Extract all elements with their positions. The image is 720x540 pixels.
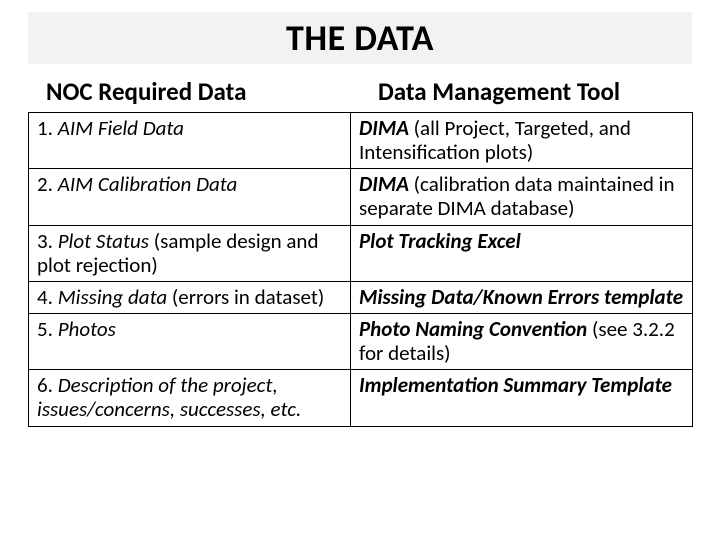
row-right-bold: DIMA bbox=[359, 115, 409, 141]
row-left-rest: (errors in dataset) bbox=[167, 284, 324, 310]
data-table: 1. AIM Field Data DIMA (all Project, Tar… bbox=[28, 112, 693, 427]
cell-right: Implementation Summary Template bbox=[351, 370, 693, 426]
table-row: 5. Photos Photo Naming Convention (see 3… bbox=[29, 313, 693, 369]
cell-left: 6. Description of the project, issues/co… bbox=[29, 370, 351, 426]
row-right-bold: Photo Naming Convention bbox=[359, 316, 587, 342]
row-right-bold: Implementation Summary Template bbox=[359, 372, 672, 398]
row-number: 3. bbox=[37, 228, 58, 254]
slide: THE DATA NOC Required Data Data Manageme… bbox=[0, 0, 720, 540]
cell-left: 1. AIM Field Data bbox=[29, 113, 351, 169]
row-right-bold: Missing Data/Known Errors template bbox=[359, 284, 683, 310]
cell-right: Plot Tracking Excel bbox=[351, 225, 693, 281]
col-header-right: Data Management Tool bbox=[378, 76, 620, 107]
cell-left: 5. Photos bbox=[29, 313, 351, 369]
page-title: THE DATA bbox=[28, 12, 692, 64]
table-row: 1. AIM Field Data DIMA (all Project, Tar… bbox=[29, 113, 693, 169]
cell-right: Photo Naming Convention (see 3.2.2 for d… bbox=[351, 313, 693, 369]
row-number: 2. bbox=[37, 171, 58, 197]
row-number: 4. bbox=[37, 284, 58, 310]
row-left-italic: Photos bbox=[58, 316, 116, 342]
row-left-italic: AIM Calibration Data bbox=[58, 171, 238, 197]
row-number: 1. bbox=[37, 115, 58, 141]
cell-right: DIMA (all Project, Targeted, and Intensi… bbox=[351, 113, 693, 169]
table-row: 6. Description of the project, issues/co… bbox=[29, 370, 693, 426]
cell-left: 3. Plot Status (sample design and plot r… bbox=[29, 225, 351, 281]
col-header-left: NOC Required Data bbox=[46, 76, 246, 107]
row-number: 5. bbox=[37, 316, 58, 342]
table-row: 2. AIM Calibration Data DIMA (calibratio… bbox=[29, 169, 693, 225]
table-row: 4. Missing data (errors in dataset) Miss… bbox=[29, 281, 693, 313]
row-left-italic: Plot Status bbox=[58, 228, 149, 254]
row-number: 6. bbox=[37, 372, 58, 398]
row-right-bold: DIMA bbox=[359, 171, 409, 197]
row-left-italic: Missing data bbox=[58, 284, 167, 310]
cell-right: DIMA (calibration data maintained in sep… bbox=[351, 169, 693, 225]
row-left-italic: Description of the project, issues/conce… bbox=[37, 372, 301, 422]
cell-left: 2. AIM Calibration Data bbox=[29, 169, 351, 225]
cell-left: 4. Missing data (errors in dataset) bbox=[29, 281, 351, 313]
cell-right: Missing Data/Known Errors template bbox=[351, 281, 693, 313]
table-row: 3. Plot Status (sample design and plot r… bbox=[29, 225, 693, 281]
row-left-italic: AIM Field Data bbox=[58, 115, 184, 141]
column-headers: NOC Required Data Data Management Tool bbox=[28, 76, 692, 110]
row-right-bold: Plot Tracking Excel bbox=[359, 228, 521, 254]
